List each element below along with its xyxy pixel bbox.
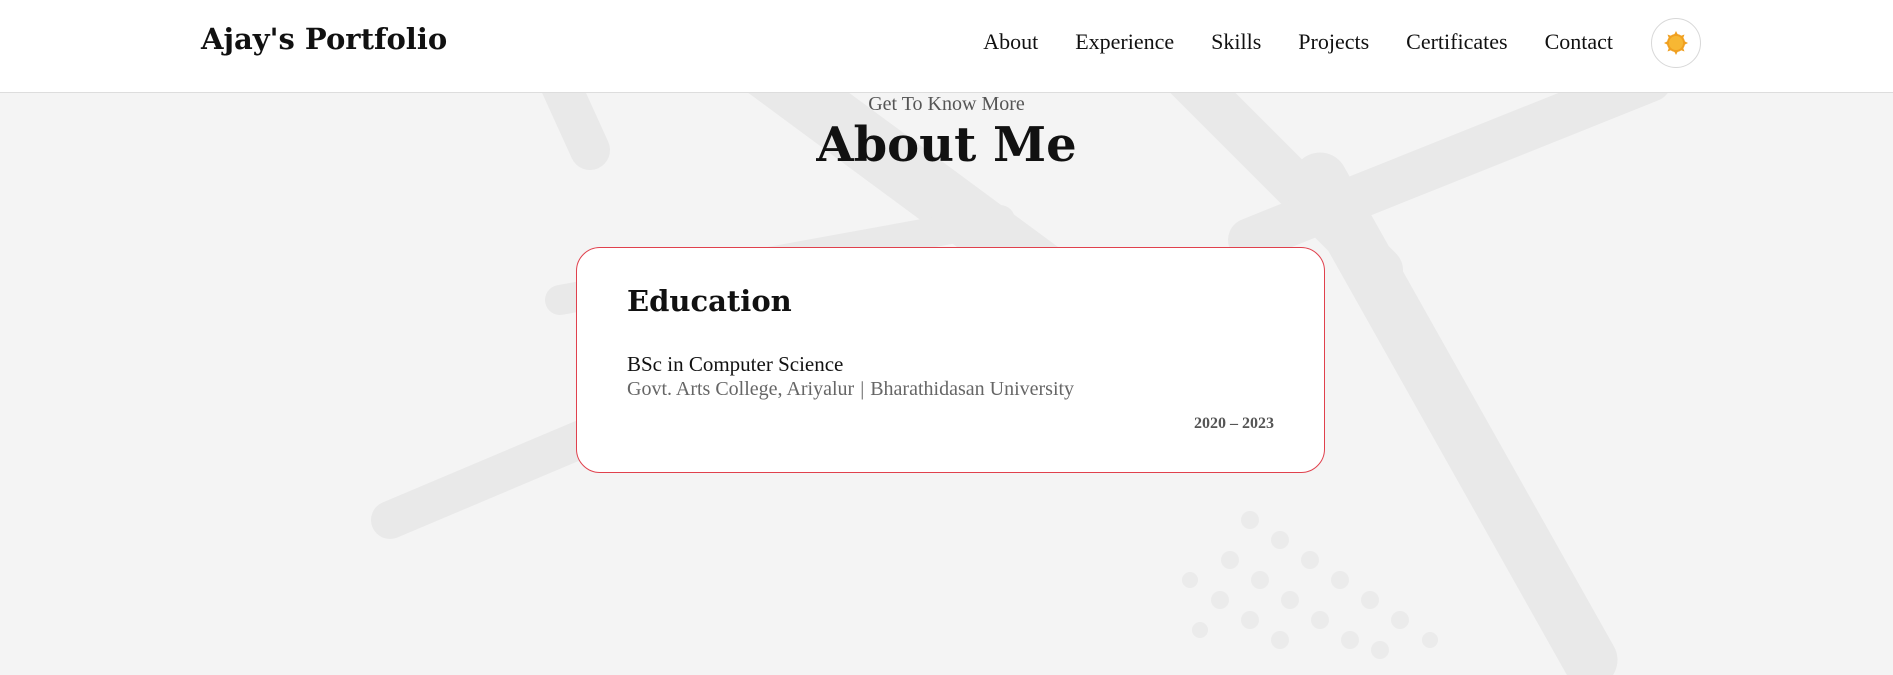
education-card: Education BSc in Computer Science Govt. … xyxy=(576,247,1325,473)
nav-link-skills[interactable]: Skills xyxy=(1211,29,1261,55)
theme-toggle-button[interactable] xyxy=(1651,18,1701,68)
nav-link-contact[interactable]: Contact xyxy=(1545,29,1613,55)
page: Ajay's Portfolio About Experience Skills… xyxy=(0,0,1893,675)
education-heading: Education xyxy=(627,284,792,318)
brand-logo[interactable]: Ajay's Portfolio xyxy=(201,22,447,56)
nav-link-experience[interactable]: Experience xyxy=(1075,29,1174,55)
degree-title: BSc in Computer Science xyxy=(627,352,844,376)
education-years: 2020 – 2023 xyxy=(1194,415,1274,432)
section-subtitle: Get To Know More xyxy=(868,93,1025,115)
college-name: Govt. Arts College, Ariyalur xyxy=(627,378,855,400)
nav-link-projects[interactable]: Projects xyxy=(1298,29,1369,55)
separator: | xyxy=(860,378,865,400)
navbar: Ajay's Portfolio About Experience Skills… xyxy=(0,0,1893,93)
nav-link-about[interactable]: About xyxy=(983,29,1038,55)
section-title: About Me xyxy=(816,117,1077,173)
sun-icon xyxy=(1664,31,1688,55)
university-name: Bharathidasan University xyxy=(870,378,1075,400)
nav-link-certificates[interactable]: Certificates xyxy=(1406,29,1507,55)
nav-links: About Experience Skills Projects Certifi… xyxy=(983,29,1613,55)
institution-line: Govt. Arts College, Ariyalur | Bharathidas… xyxy=(627,378,1074,401)
